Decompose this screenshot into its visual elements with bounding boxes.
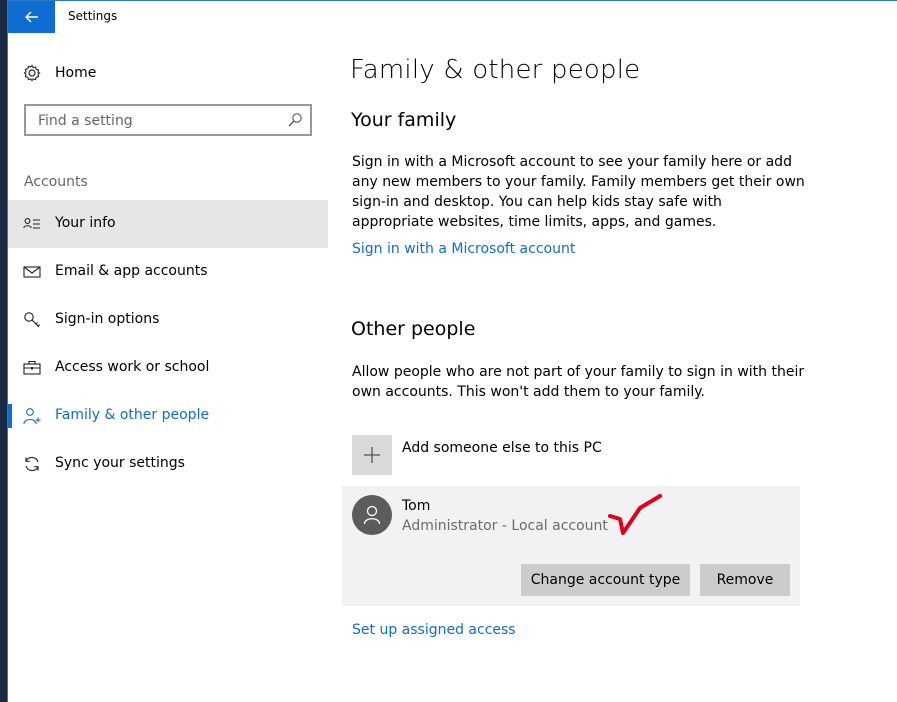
other-people-description: Allow people who are not part of your fa… — [352, 364, 805, 400]
sidebar-item-work-school[interactable]: Access work or school — [8, 344, 328, 392]
page-title: Family & other people — [350, 55, 641, 85]
user-role: Administrator - Local account — [402, 518, 608, 534]
plus-icon — [364, 447, 380, 463]
envelope-icon — [23, 266, 41, 278]
section-heading-accounts: Accounts — [24, 174, 88, 190]
user-name: Tom — [402, 498, 431, 514]
main-content: Family & other people Your family Sign i… — [342, 33, 897, 702]
gear-icon — [23, 64, 41, 82]
sidebar-item-label: Family & other people — [55, 407, 210, 423]
sync-icon — [25, 456, 39, 472]
title-bar: Settings — [8, 0, 897, 33]
window-title: Settings — [68, 9, 118, 23]
person-icon — [363, 505, 381, 525]
current-item-indicator — [8, 404, 12, 428]
sidebar-item-email[interactable]: Email & app accounts — [8, 248, 328, 296]
remove-button[interactable]: Remove — [700, 564, 790, 596]
sidebar-item-label: Your info — [55, 215, 116, 231]
sidebar-item-sign-in-options[interactable]: Sign-in options — [8, 296, 328, 344]
avatar — [352, 495, 392, 535]
search-input[interactable] — [36, 110, 280, 132]
other-people-heading: Other people — [351, 318, 476, 340]
sidebar-item-family[interactable]: Family & other people — [8, 392, 328, 440]
back-button[interactable] — [8, 1, 55, 33]
person-card-icon — [23, 218, 40, 229]
sidebar-item-sync[interactable]: Sync your settings — [8, 440, 328, 488]
plus-tile — [352, 435, 392, 475]
sidebar-item-label: Email & app accounts — [55, 263, 208, 279]
change-account-type-button[interactable]: Change account type — [521, 564, 690, 596]
sidebar-item-label: Access work or school — [55, 359, 210, 375]
sidebar-item-label: Sync your settings — [55, 455, 185, 471]
red-checkmark-annotation-icon — [608, 494, 662, 535]
your-family-description: Sign in with a Microsoft account to see … — [352, 154, 805, 230]
add-someone-button[interactable]: Add someone else to this PC — [352, 435, 800, 477]
search-icon[interactable] — [287, 112, 303, 128]
sidebar-item-your-info[interactable]: Your info — [8, 200, 328, 248]
briefcase-icon — [23, 360, 41, 375]
sidebar-item-label: Sign-in options — [55, 311, 160, 327]
back-arrow-icon — [24, 11, 38, 23]
user-card-tom[interactable]: Tom Administrator - Local account Change… — [342, 486, 800, 606]
home-nav-item[interactable]: Home — [8, 59, 328, 87]
key-icon — [24, 312, 40, 328]
person-add-icon — [23, 408, 41, 425]
your-family-heading: Your family — [351, 109, 457, 131]
desktop-edge — [0, 0, 8, 702]
sidebar: Home Accounts Your info Email & app acco… — [8, 33, 328, 702]
home-label: Home — [55, 65, 97, 81]
add-someone-label: Add someone else to this PC — [402, 440, 602, 456]
search-box — [24, 104, 312, 136]
sign-in-microsoft-link[interactable]: Sign in with a Microsoft account — [352, 241, 575, 257]
set-up-assigned-access-link[interactable]: Set up assigned access — [352, 622, 516, 638]
